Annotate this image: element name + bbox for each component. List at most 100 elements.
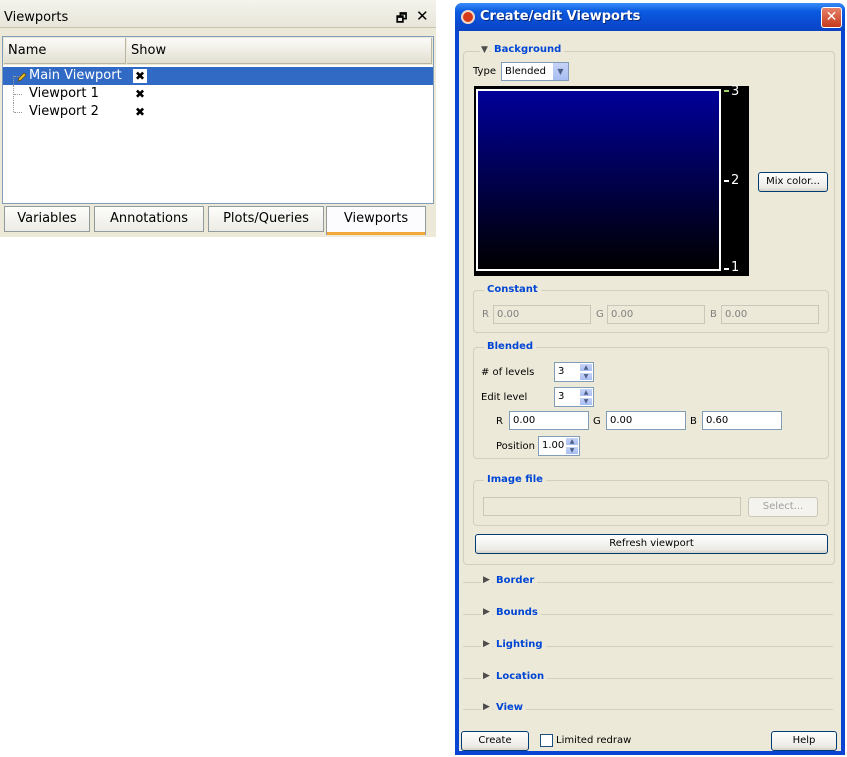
image-file-group-label: Image file bbox=[484, 474, 546, 485]
expand-arrow-icon[interactable]: ▶ bbox=[481, 671, 492, 681]
view-section-header[interactable]: ▶ View bbox=[463, 702, 833, 716]
levels-label: # of levels bbox=[481, 367, 535, 378]
spin-up-icon[interactable]: ▲ bbox=[579, 388, 593, 397]
create-button[interactable]: Create bbox=[461, 731, 529, 751]
color-level-label: 2 bbox=[731, 173, 740, 188]
edit-level-value: 3 bbox=[558, 391, 565, 402]
column-header-name[interactable]: Name bbox=[4, 38, 126, 64]
tree-connector bbox=[14, 94, 22, 95]
section-label: Location bbox=[493, 671, 548, 682]
blended-gradient-swatch bbox=[476, 89, 721, 271]
viewport-name: Viewport 1 bbox=[29, 86, 99, 101]
constant-g-label: G bbox=[596, 309, 604, 320]
viewport-name: Main Viewport bbox=[29, 68, 122, 83]
spin-arrows[interactable]: ▲ ▼ bbox=[579, 363, 593, 381]
blended-b-field[interactable]: 0.60 bbox=[702, 411, 782, 430]
levels-value: 3 bbox=[558, 366, 565, 377]
constant-b-field[interactable]: 0.00 bbox=[721, 305, 819, 324]
background-expand-arrow[interactable]: ▼ bbox=[480, 45, 489, 55]
chevron-down-icon[interactable]: ▼ bbox=[553, 63, 568, 80]
dialog-title: Create/edit Viewports bbox=[480, 9, 641, 24]
constant-r-field[interactable]: 0.00 bbox=[493, 305, 591, 324]
expand-arrow-icon[interactable]: ▶ bbox=[481, 607, 492, 617]
show-toggle-icon[interactable]: ✖ bbox=[133, 69, 147, 83]
type-select-value: Blended bbox=[505, 66, 546, 77]
tab-variables[interactable]: Variables bbox=[4, 206, 90, 232]
tab-plots-queries[interactable]: Plots/Queries bbox=[208, 206, 324, 232]
edit-level-label: Edit level bbox=[481, 392, 528, 403]
dialog-title-bar[interactable]: Create/edit Viewports ✕ bbox=[455, 3, 845, 31]
lighting-section-header[interactable]: ▶ Lighting bbox=[463, 639, 833, 653]
select-image-button[interactable]: Select... bbox=[748, 497, 818, 517]
location-section-header[interactable]: ▶ Location bbox=[463, 671, 833, 685]
dialog-body: ▼ Background Type Blended ▼ 3 2 1 Mix co… bbox=[459, 31, 841, 751]
show-toggle-icon[interactable]: ✖ bbox=[133, 105, 147, 119]
help-button[interactable]: Help bbox=[771, 731, 837, 751]
dialog-close-button[interactable]: ✕ bbox=[821, 7, 842, 28]
background-color-preview: 3 2 1 bbox=[474, 84, 749, 276]
panel-title: Viewports bbox=[4, 10, 69, 25]
background-section-label[interactable]: Background bbox=[491, 44, 565, 55]
bounds-section-header[interactable]: ▶ Bounds bbox=[463, 607, 833, 621]
show-toggle-icon[interactable]: ✖ bbox=[133, 87, 147, 101]
blended-r-label: R bbox=[496, 416, 503, 427]
section-label: Lighting bbox=[493, 639, 546, 650]
create-edit-viewports-dialog: Create/edit Viewports ✕ ▼ Background Typ… bbox=[455, 3, 845, 755]
tab-viewports[interactable]: Viewports bbox=[326, 206, 426, 235]
position-spinbox[interactable]: 1.00 ▲ ▼ bbox=[538, 436, 580, 456]
spin-down-icon[interactable]: ▼ bbox=[565, 446, 579, 455]
spin-down-icon[interactable]: ▼ bbox=[579, 372, 593, 381]
constant-group-label: Constant bbox=[484, 284, 541, 295]
expand-arrow-icon[interactable]: ▶ bbox=[481, 702, 492, 712]
position-value: 1.00 bbox=[542, 440, 565, 451]
panel-title-bar: Viewports 🗗 ✕ bbox=[0, 0, 436, 28]
limited-redraw-label: Limited redraw bbox=[556, 735, 632, 746]
close-panel-icon[interactable]: ✕ bbox=[416, 7, 429, 25]
constant-g-field[interactable]: 0.00 bbox=[607, 305, 705, 324]
constant-b-label: B bbox=[710, 309, 717, 320]
mix-color-button[interactable]: Mix color... bbox=[758, 172, 828, 192]
blended-g-field[interactable]: 0.00 bbox=[606, 411, 686, 430]
viewports-dock-panel: Viewports 🗗 ✕ Name Show Main Viewport ✖ … bbox=[0, 0, 436, 237]
blended-b-label: B bbox=[690, 416, 697, 427]
spin-up-icon[interactable]: ▲ bbox=[579, 363, 593, 372]
color-level-tick[interactable] bbox=[724, 90, 729, 92]
tree-row-main-viewport[interactable]: Main Viewport ✖ bbox=[3, 67, 433, 85]
constant-r-label: R bbox=[482, 309, 489, 320]
color-level-label: 1 bbox=[731, 260, 740, 275]
color-level-label: 3 bbox=[731, 84, 740, 99]
refresh-viewport-button[interactable]: Refresh viewport bbox=[475, 534, 828, 554]
tree-header: Name Show bbox=[3, 37, 433, 65]
tab-annotations[interactable]: Annotations bbox=[94, 206, 204, 232]
viewport-name: Viewport 2 bbox=[29, 104, 99, 119]
blended-group-label: Blended bbox=[484, 341, 537, 352]
pencil-icon bbox=[17, 72, 27, 82]
expand-arrow-icon[interactable]: ▶ bbox=[481, 575, 492, 585]
spin-arrows[interactable]: ▲ ▼ bbox=[579, 388, 593, 406]
blended-r-field[interactable]: 0.00 bbox=[509, 411, 589, 430]
limited-redraw-checkbox[interactable] bbox=[540, 734, 553, 747]
tree-connector bbox=[13, 103, 14, 112]
levels-spinbox[interactable]: 3 ▲ ▼ bbox=[554, 362, 594, 382]
color-level-tick[interactable] bbox=[724, 180, 729, 182]
panel-tab-bar: Variables Annotations Plots/Queries View… bbox=[0, 206, 436, 236]
tree-connector bbox=[13, 76, 14, 85]
tree-connector bbox=[14, 112, 22, 113]
expand-arrow-icon[interactable]: ▶ bbox=[481, 639, 492, 649]
app-logo-icon bbox=[461, 10, 475, 24]
type-select[interactable]: Blended ▼ bbox=[501, 62, 569, 81]
section-label: Bounds bbox=[493, 607, 541, 618]
float-panel-icon[interactable]: 🗗 bbox=[396, 9, 407, 30]
viewport-tree[interactable]: Name Show Main Viewport ✖ Viewport 1 ✖ V… bbox=[2, 36, 434, 204]
column-header-show[interactable]: Show bbox=[127, 38, 432, 64]
spin-down-icon[interactable]: ▼ bbox=[579, 397, 593, 406]
tree-row-viewport-1[interactable]: Viewport 1 ✖ bbox=[3, 85, 433, 103]
spin-arrows[interactable]: ▲ ▼ bbox=[565, 437, 579, 455]
border-section-header[interactable]: ▶ Border bbox=[463, 575, 833, 589]
section-label: Border bbox=[493, 575, 538, 586]
tree-row-viewport-2[interactable]: Viewport 2 ✖ bbox=[3, 103, 433, 121]
image-file-path-field[interactable] bbox=[483, 497, 741, 516]
edit-level-spinbox[interactable]: 3 ▲ ▼ bbox=[554, 387, 594, 407]
spin-up-icon[interactable]: ▲ bbox=[565, 437, 579, 446]
color-level-tick[interactable] bbox=[724, 268, 729, 270]
